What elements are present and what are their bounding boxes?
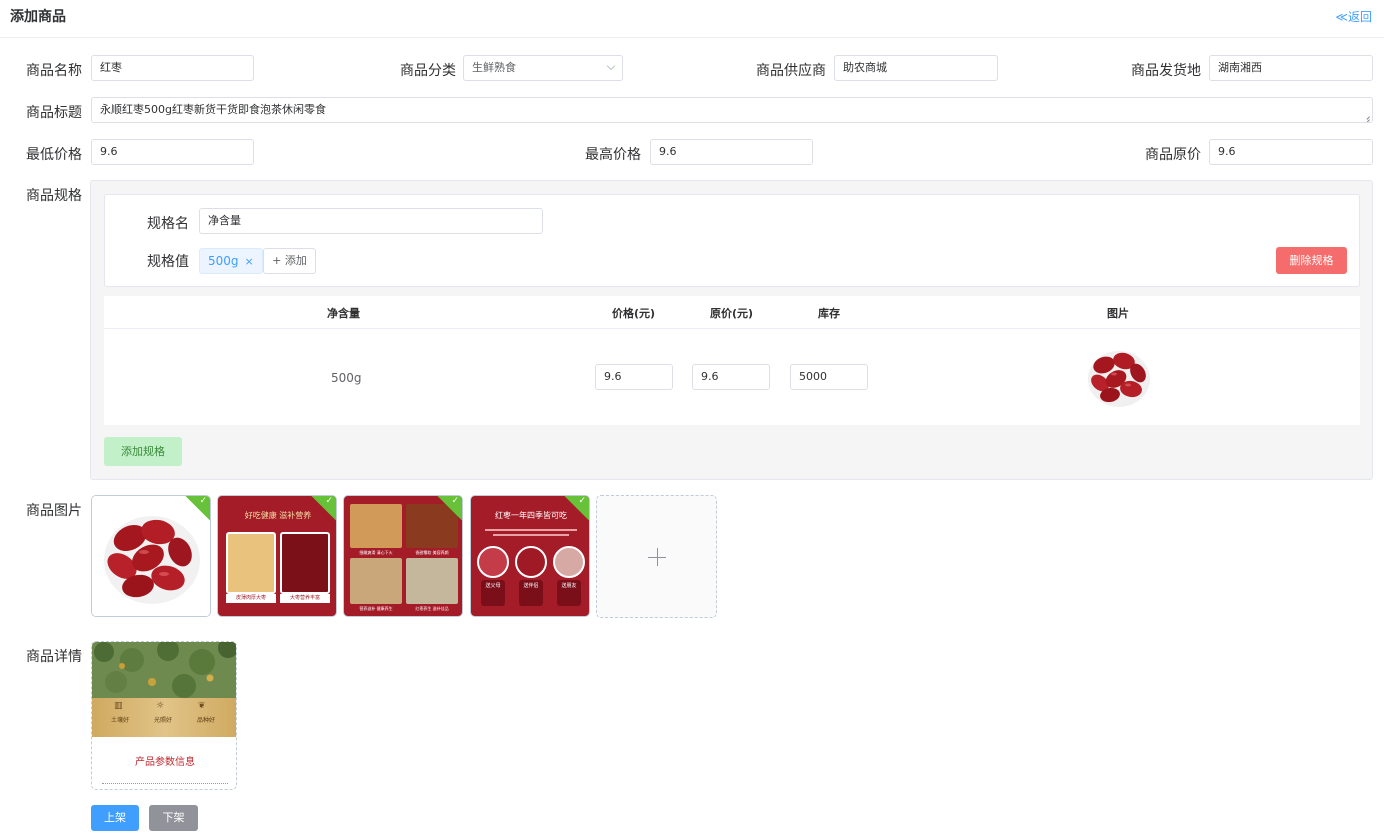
spec-name-input[interactable]: 净含量 — [199, 208, 543, 234]
detail-heading: 产品参数信息 — [135, 757, 195, 768]
orig-price-input[interactable]: 9.6 — [1209, 139, 1373, 165]
sku-price-input[interactable]: 9.6 — [595, 364, 673, 390]
title-textarea[interactable]: 永顺红枣500g红枣新货干货即食泡茶休闲零食 — [91, 97, 1373, 123]
detail-feature-strip: ▥ ☼ ❦ 土壤好 光照好 品种好 — [92, 698, 236, 737]
publish-button[interactable]: 上架 — [91, 805, 139, 831]
product-image-1[interactable]: ✓ — [91, 495, 211, 617]
check-icon: ✓ — [451, 496, 459, 506]
thumb4-box-3: 送朋友 — [557, 580, 581, 606]
resize-handle-icon[interactable] — [1363, 113, 1370, 120]
thumb4-circle-2 — [515, 546, 547, 578]
category-select[interactable]: 生鲜熟食 — [463, 55, 623, 81]
spec-value-tag: 500g × — [199, 248, 263, 274]
thumb2-heading: 好吃健康 滋补营养 — [244, 511, 312, 520]
check-icon: ✓ — [325, 496, 333, 506]
product-name-input[interactable]: 红枣 — [91, 55, 254, 81]
plus-icon-vertical — [657, 548, 658, 566]
product-image-3[interactable]: 细嫩爽滑 清心下火 香甜糯软 美容养颜 营养滋补 健康养生 红枣养生 滋补佳品 … — [343, 495, 463, 617]
thumb4-text-block — [485, 526, 577, 540]
back-link[interactable]: ≪返回 — [1335, 8, 1372, 25]
sun-icon: ☼ — [156, 701, 165, 711]
thumb2-photo-1 — [226, 532, 276, 594]
thumb3-caption-1: 细嫩爽滑 清心下火 — [359, 550, 393, 555]
sku-orig-input[interactable]: 9.6 — [692, 364, 770, 390]
min-price-input[interactable]: 9.6 — [91, 139, 254, 165]
image-upload-button[interactable] — [596, 495, 717, 618]
product-name-label: 商品名称 — [26, 63, 82, 79]
delete-spec-button[interactable]: 删除规格 — [1276, 247, 1347, 274]
detail-image[interactable]: ▥ ☼ ❦ 土壤好 光照好 品种好 产品参数信息 — [91, 641, 237, 790]
supplier-label: 商品供应商 — [756, 63, 826, 79]
sku-header-image: 图片 — [1107, 307, 1129, 320]
sku-header-stock: 库存 — [818, 307, 840, 320]
sku-table: 净含量 价格(元) 原价(元) 库存 图片 500g 9.6 9.6 5000 — [104, 296, 1360, 425]
sku-header-price: 价格(元) — [612, 307, 656, 320]
product-image-4[interactable]: 红枣一年四季皆可吃 送父母 送伴侣 送朋友 ✓ — [470, 495, 590, 617]
thumb4-box-2: 送伴侣 — [519, 580, 543, 606]
thumb2-caption-2: 大枣营养丰富 — [280, 594, 330, 603]
thumb3-caption-2: 香甜糯软 美容养颜 — [415, 550, 449, 555]
spec-value-label: 规格值 — [147, 254, 189, 270]
orig-price-label: 商品原价 — [1145, 147, 1201, 163]
sku-stock-input[interactable]: 5000 — [790, 364, 868, 390]
detail-label: 商品详情 — [26, 649, 82, 665]
max-price-label: 最高价格 — [585, 147, 641, 163]
sku-cell-spec: 500g — [331, 371, 362, 385]
thumb3-photo-3 — [350, 558, 402, 604]
product-image-2[interactable]: 好吃健康 滋补营养 皮薄肉厚大枣 大枣营养丰富 ✓ — [217, 495, 337, 617]
thumb4-box-1: 送父母 — [481, 580, 505, 606]
check-icon: ✓ — [578, 496, 586, 506]
leaf-icon: ❦ — [198, 701, 206, 711]
detail-col-1: 土壤好 — [110, 717, 129, 724]
category-selected-value: 生鲜熟食 — [472, 61, 516, 74]
detail-col-2: 光照好 — [153, 717, 172, 724]
origin-label: 商品发货地 — [1131, 63, 1201, 79]
thumb4-circle-3 — [553, 546, 585, 578]
min-price-label: 最低价格 — [26, 147, 82, 163]
page-title: 添加商品 — [10, 9, 66, 25]
title-label: 商品标题 — [26, 105, 82, 121]
max-price-input[interactable]: 9.6 — [650, 139, 813, 165]
sku-image[interactable] — [1084, 341, 1154, 411]
thumb3-caption-3: 营养滋补 健康养生 — [359, 606, 393, 611]
sku-table-header: 净含量 价格(元) 原价(元) 库存 图片 — [104, 296, 1360, 329]
thumb2-caption-1: 皮薄肉厚大枣 — [226, 594, 276, 603]
chevron-down-icon — [606, 61, 616, 71]
origin-input[interactable]: 湖南湘西 — [1209, 55, 1373, 81]
jujube-tree-image — [92, 642, 236, 698]
thumb2-photo-2 — [280, 532, 330, 594]
thumb3-photo-1 — [350, 504, 402, 548]
soil-icon: ▥ — [114, 701, 123, 711]
close-icon[interactable]: × — [245, 255, 254, 268]
sku-header-spec: 净含量 — [327, 307, 360, 320]
spec-label: 商品规格 — [26, 188, 82, 204]
sku-header-orig: 原价(元) — [710, 307, 754, 320]
spec-card: 规格名 净含量 规格值 500g × + 添加 删除规格 — [104, 194, 1360, 287]
thumb4-circle-1 — [477, 546, 509, 578]
jujube-bowl-image — [92, 496, 210, 616]
thumb4-heading: 红枣一年四季皆可吃 — [495, 511, 567, 520]
add-spec-value-button[interactable]: + 添加 — [263, 248, 316, 274]
images-label: 商品图片 — [26, 503, 82, 519]
spec-panel: 规格名 净含量 规格值 500g × + 添加 删除规格 净含量 价格(元) 原价… — [90, 180, 1373, 480]
category-label: 商品分类 — [400, 63, 456, 79]
thumb3-photo-2 — [406, 504, 458, 548]
page-header: 添加商品 ≪返回 — [0, 0, 1384, 38]
detail-col-3: 品种好 — [196, 717, 215, 724]
supplier-input[interactable]: 助农商城 — [834, 55, 998, 81]
thumb3-photo-4 — [406, 558, 458, 604]
spec-value-tag-text: 500g — [208, 254, 239, 268]
spec-name-label: 规格名 — [147, 216, 189, 232]
add-spec-button[interactable]: 添加规格 — [104, 437, 182, 466]
check-icon: ✓ — [199, 496, 207, 506]
thumb3-caption-4: 红枣养生 滋补佳品 — [415, 606, 449, 611]
unpublish-button[interactable]: 下架 — [149, 805, 198, 831]
title-text: 永顺红枣500g红枣新货干货即食泡茶休闲零食 — [100, 103, 326, 116]
detail-divider — [102, 783, 228, 784]
